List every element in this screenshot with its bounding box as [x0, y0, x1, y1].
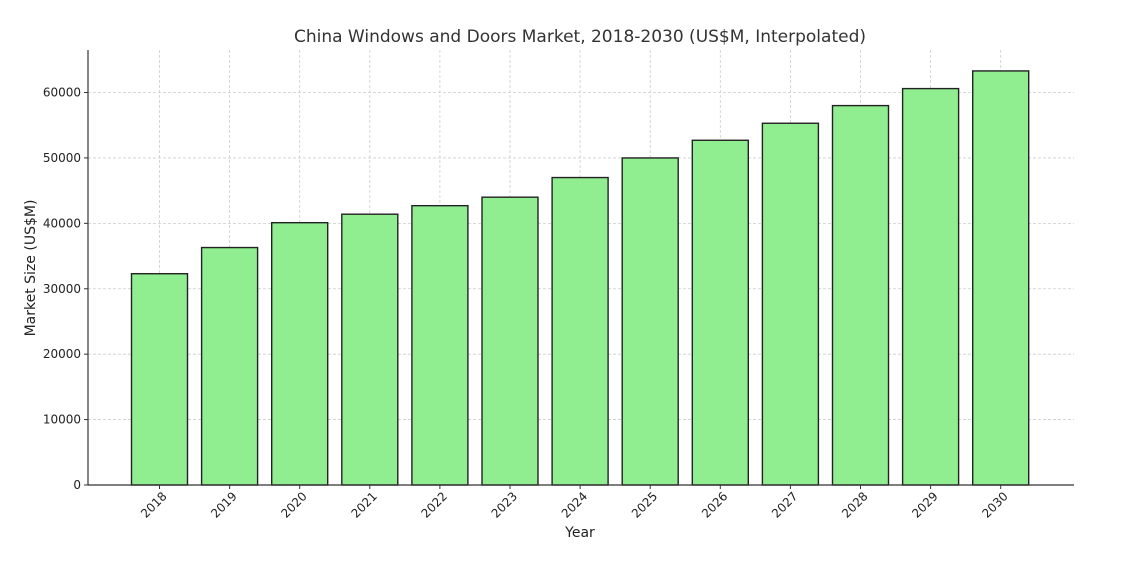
- x-tick-label: 2030: [979, 489, 1010, 520]
- bar-2026: 2026: 52700: [691, 139, 749, 486]
- y-tick-label: 20000: [43, 347, 81, 361]
- y-tick-label: 40000: [43, 216, 81, 230]
- bar-2019: 2019: 36300: [200, 246, 259, 486]
- y-axis-ticks: 0 10000 20000 30000 40000 50000 60000: [43, 86, 88, 492]
- x-tick-label: 2023: [489, 489, 520, 520]
- bar-2025: 2025: 50000: [621, 157, 679, 486]
- bar-2018: 2018: 32300: [130, 273, 189, 486]
- x-tick-label: 2028: [839, 489, 870, 520]
- bar-2029: 2029: 60600: [901, 87, 960, 486]
- y-axis-label: Market Size (US$M): [23, 200, 39, 337]
- bar-2022: 2022: 42700: [411, 204, 469, 486]
- y-tick-label: 0: [73, 478, 81, 492]
- y-tick-label: 60000: [43, 86, 81, 100]
- y-tick-label: 10000: [43, 413, 81, 427]
- y-tick-label: 30000: [43, 282, 81, 296]
- x-tick-label: 2026: [699, 489, 730, 520]
- x-tick-label: 2022: [419, 489, 450, 520]
- bar-2028: 2028: 58000: [831, 104, 890, 486]
- x-tick-label: 2021: [348, 489, 379, 520]
- x-tick-label: 2025: [629, 489, 660, 520]
- bar-2027: 2027: 55300: [761, 122, 820, 486]
- bar-2021: 2021: 41400: [341, 213, 399, 486]
- x-tick-label: 2027: [769, 489, 800, 520]
- bar-2020: 2020: 40100: [271, 221, 329, 486]
- x-tick-label: 2020: [278, 489, 309, 520]
- bar-2024: 2024: 47000: [551, 176, 609, 486]
- y-tick-label: 50000: [43, 151, 81, 165]
- x-tick-label: 2018: [138, 489, 169, 520]
- chart-title: China Windows and Doors Market, 2018-203…: [294, 27, 866, 47]
- x-axis-label: Year: [564, 525, 595, 541]
- x-tick-label: 2019: [208, 489, 239, 520]
- bar-chart: China Windows and Doors Market, 2018-203…: [23, 27, 1074, 541]
- bars: 2018: 323002019: 363002020: 401002021: 4…: [130, 70, 1030, 486]
- x-tick-label: 2029: [909, 489, 940, 520]
- x-axis-ticks: 2018 2019 2020 2021 2022 2023 2024 2025 2026 2027…: [138, 485, 1011, 521]
- x-tick-label: 2024: [559, 489, 590, 520]
- bar-2023: 2023: 44000: [481, 196, 539, 486]
- bar-2030: 2030: 63300: [972, 70, 1030, 486]
